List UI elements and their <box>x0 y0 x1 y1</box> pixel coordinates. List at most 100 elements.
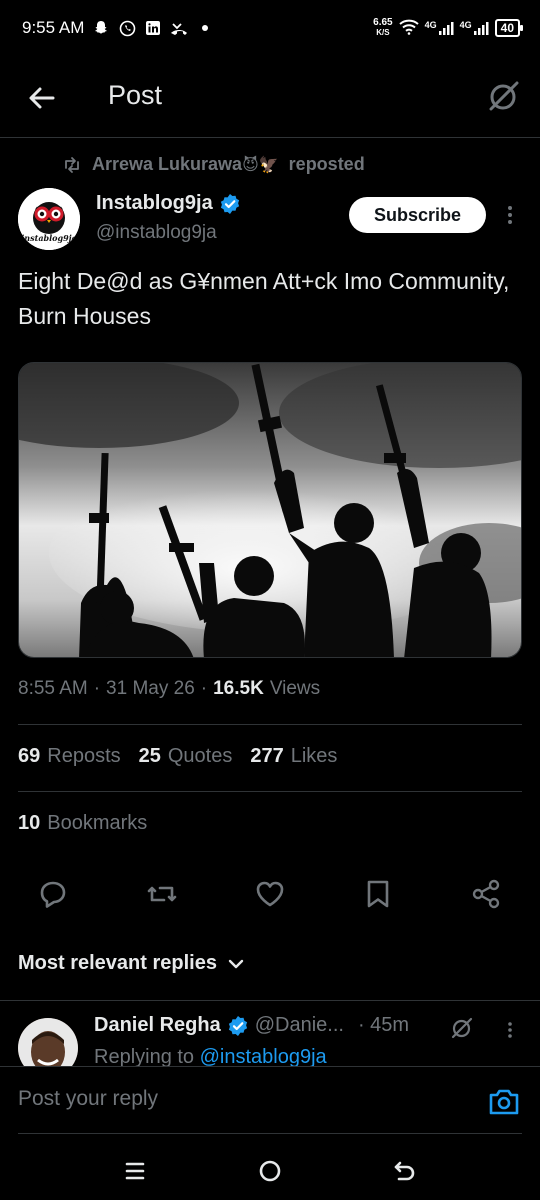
replies-header-label: Most relevant replies <box>18 952 217 974</box>
composer-underline <box>18 1133 522 1134</box>
signal-icon <box>438 22 454 35</box>
quotes-stat[interactable]: 25 Quotes <box>139 745 233 768</box>
snapchat-icon <box>92 19 110 37</box>
reply-avatar[interactable] <box>18 1018 78 1066</box>
bookmark-icon <box>367 880 389 908</box>
network-2-label: 4G <box>459 20 472 30</box>
meta-separator: · <box>200 678 208 699</box>
wifi-icon <box>398 19 419 38</box>
net-speed-value: 6.65 <box>373 17 393 28</box>
status-time: 9:55 AM <box>22 18 85 37</box>
reply-author-name[interactable]: Daniel Regha <box>94 1014 221 1037</box>
share-button[interactable] <box>470 878 502 910</box>
page-title: Post <box>108 80 163 110</box>
signal-2: 4G <box>460 20 489 36</box>
author-name-row[interactable]: Instablog9ja <box>96 192 241 215</box>
quotes-label: Quotes <box>167 745 233 767</box>
status-right: 6.65 K/S 4G 4G 40 <box>373 17 524 38</box>
grok-icon <box>489 81 519 111</box>
reply-item[interactable]: Daniel Regha @Danie... · 45m Replying to… <box>0 1000 540 1066</box>
heart-icon <box>256 881 284 907</box>
camera-button[interactable] <box>488 1087 520 1117</box>
svg-text:instablog9ja: instablog9ja <box>21 233 76 243</box>
likes-stat[interactable]: 277 Likes <box>250 745 337 768</box>
repost-icon <box>65 156 79 173</box>
linkedin-icon <box>144 19 162 37</box>
home-button[interactable] <box>257 1158 283 1184</box>
reply-more-button[interactable] <box>500 1020 520 1040</box>
bookmark-button[interactable] <box>362 878 394 910</box>
missed-call-icon <box>170 19 188 37</box>
post-stats: 69 Reposts 25 Quotes 277 Likes <box>18 745 337 768</box>
replying-prefix: Replying to <box>94 1046 200 1066</box>
status-left: 9:55 AM <box>22 18 214 38</box>
reply-button[interactable] <box>37 878 69 910</box>
top-nav: Post <box>0 56 540 138</box>
views-label[interactable]: Views <box>270 678 320 700</box>
whatsapp-icon <box>118 19 136 37</box>
post-meta: 8:55 AM · 31 May 26 · 16.5K Views <box>18 678 320 700</box>
like-button[interactable] <box>254 878 286 910</box>
quotes-count: 25 <box>138 745 161 767</box>
repost-emoji: 😈🦅 <box>242 156 279 174</box>
menu-lines-icon <box>125 1162 145 1180</box>
back-button[interactable] <box>26 82 58 114</box>
battery-icon: 40 <box>494 19 524 37</box>
replying-to-link[interactable]: @instablog9ja <box>200 1046 327 1066</box>
avatar-photo <box>18 1018 78 1066</box>
subscribe-button[interactable]: Subscribe <box>349 197 486 233</box>
post-date: 31 May 26 <box>106 678 195 699</box>
replying-to: Replying to @instablog9ja <box>94 1046 327 1066</box>
grok-button[interactable] <box>486 78 522 114</box>
repost-context[interactable]: Arrewa Lukurawa 😈🦅 reposted <box>62 154 365 175</box>
likes-label: Likes <box>290 745 338 767</box>
likes-count: 277 <box>250 745 284 767</box>
bookmarks-stat[interactable]: 10 Bookmarks <box>18 812 147 835</box>
signal-1: 4G <box>425 20 454 36</box>
back-nav-button[interactable] <box>392 1158 418 1184</box>
grok-button[interactable] <box>450 1016 474 1040</box>
grok-icon <box>451 1017 473 1039</box>
verified-badge-icon <box>228 1015 247 1036</box>
repost-label: reposted <box>288 154 365 174</box>
network-1-label: 4G <box>424 20 437 30</box>
recents-button[interactable] <box>122 1158 148 1184</box>
reply-time: · 45m <box>357 1014 410 1036</box>
repost-button[interactable] <box>146 878 178 910</box>
post-image[interactable] <box>18 362 522 658</box>
back-arrow-icon <box>394 1161 415 1181</box>
bookmarks-count: 10 <box>18 812 41 834</box>
dot-icon <box>196 19 214 37</box>
signal-icon <box>473 22 489 35</box>
verified-badge-icon <box>220 193 239 214</box>
replies-sort-dropdown[interactable]: Most relevant replies <box>18 952 245 975</box>
gunmen-silhouette-image <box>19 363 521 657</box>
reply-composer <box>0 1066 540 1134</box>
author-handle[interactable]: @instablog9ja <box>96 222 217 244</box>
share-icon <box>472 879 500 909</box>
divider <box>18 724 522 725</box>
divider <box>18 791 522 792</box>
views-count: 16.5K <box>213 678 264 699</box>
home-circle-icon <box>259 1160 281 1182</box>
status-bar: 9:55 AM 6.65 K/S 4G 4G 40 <box>0 0 540 56</box>
reposts-stat[interactable]: 69 Reposts <box>18 745 121 768</box>
author-name: Instablog9ja <box>96 192 213 214</box>
meta-separator: · <box>93 678 101 699</box>
battery-level: 40 <box>500 21 514 35</box>
repost-icon <box>147 886 177 902</box>
post-actions <box>0 874 540 914</box>
post-text: Eight De@d as G¥nmen Att+ck Imo Communit… <box>18 268 510 329</box>
more-vertical-icon <box>508 1022 512 1038</box>
bookmarks-label: Bookmarks <box>47 812 148 834</box>
instablog-logo: instablog9ja <box>18 188 80 250</box>
net-speed-unit: K/S <box>376 28 390 37</box>
author-avatar[interactable]: instablog9ja <box>18 188 80 250</box>
post-time: 8:55 AM <box>18 678 88 699</box>
reposts-count: 69 <box>18 745 41 767</box>
reply-name-row: Daniel Regha @Danie... · 45m <box>94 1014 409 1037</box>
reply-author-handle[interactable]: @Danie... <box>255 1014 344 1037</box>
reply-input[interactable] <box>18 1087 458 1111</box>
more-options-button[interactable] <box>500 203 520 227</box>
more-vertical-icon <box>508 206 512 224</box>
